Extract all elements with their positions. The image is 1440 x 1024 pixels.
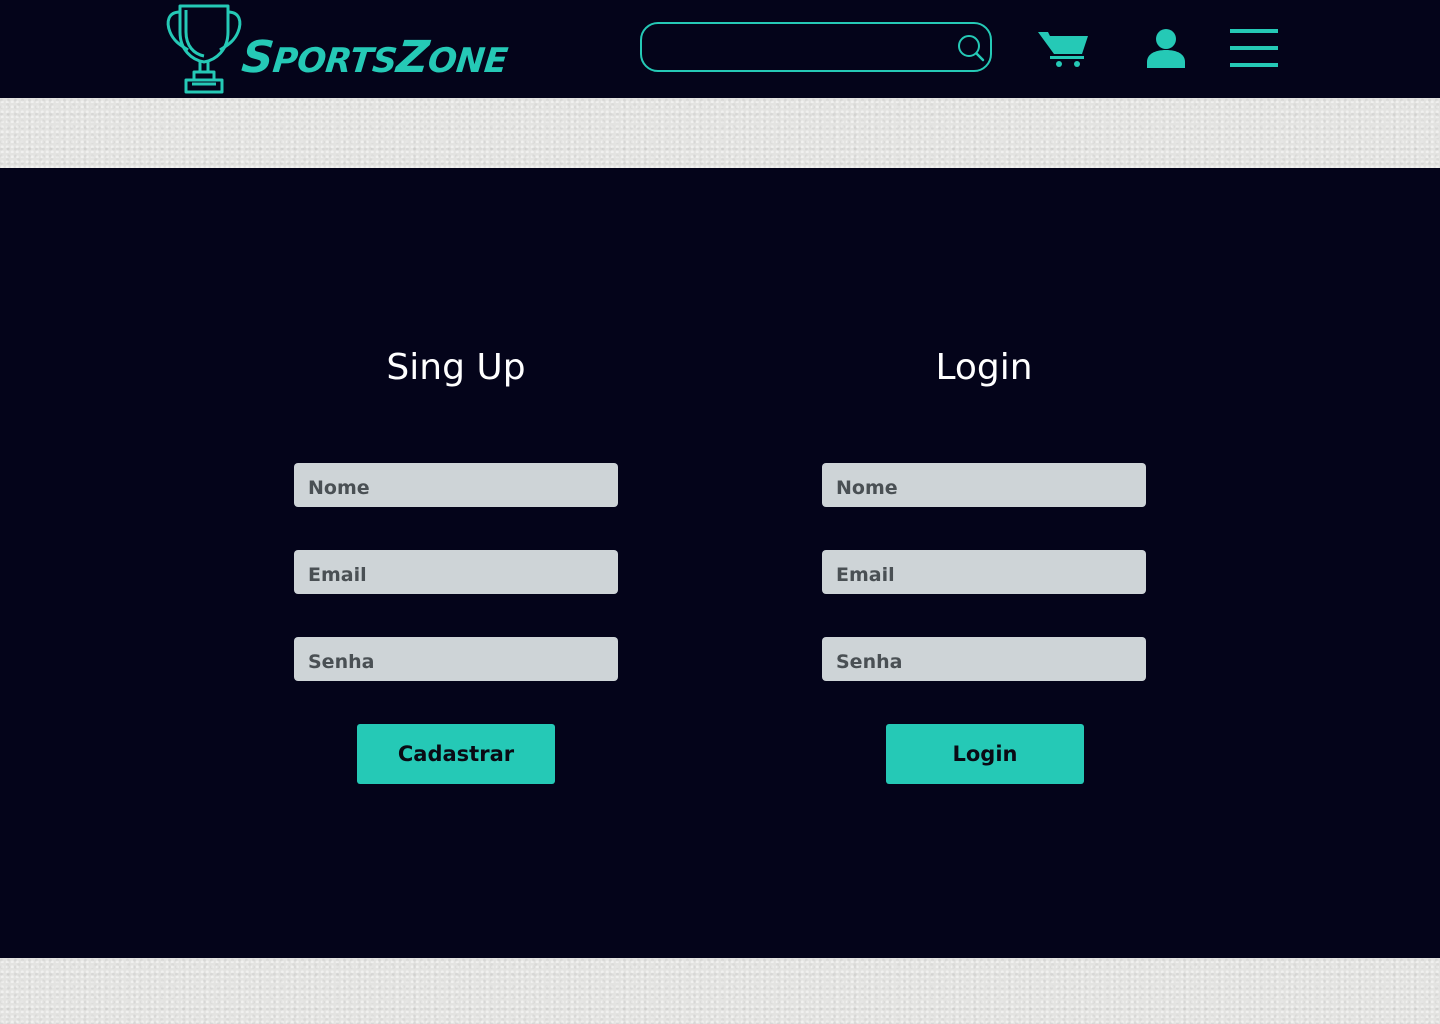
login-password-field[interactable] bbox=[822, 637, 1146, 681]
paper-band-bottom bbox=[0, 958, 1440, 1024]
login-name-field[interactable] bbox=[822, 463, 1146, 507]
auth-section: Sing Up Cadastrar Login Login bbox=[0, 168, 1440, 958]
signup-name-field[interactable] bbox=[294, 463, 618, 507]
site-header: SPORTSZONE bbox=[0, 0, 1440, 98]
login-title: Login bbox=[935, 347, 1033, 388]
search-icon[interactable] bbox=[956, 33, 986, 63]
signup-email-field[interactable] bbox=[294, 550, 618, 594]
cart-icon[interactable] bbox=[1038, 28, 1090, 68]
brand-name[interactable]: SPORTSZONE bbox=[239, 32, 510, 83]
signup-title: Sing Up bbox=[386, 347, 526, 388]
login-email-field[interactable] bbox=[822, 550, 1146, 594]
signup-submit-button[interactable]: Cadastrar bbox=[357, 724, 555, 784]
paper-band-top bbox=[0, 98, 1440, 168]
trophy-logo-icon[interactable] bbox=[162, 2, 246, 96]
search-input[interactable] bbox=[656, 32, 950, 64]
signup-password-field[interactable] bbox=[294, 637, 618, 681]
user-icon[interactable] bbox=[1145, 28, 1187, 68]
search-bar[interactable] bbox=[640, 22, 992, 72]
login-submit-button[interactable]: Login bbox=[886, 724, 1084, 784]
menu-icon[interactable] bbox=[1230, 27, 1278, 69]
